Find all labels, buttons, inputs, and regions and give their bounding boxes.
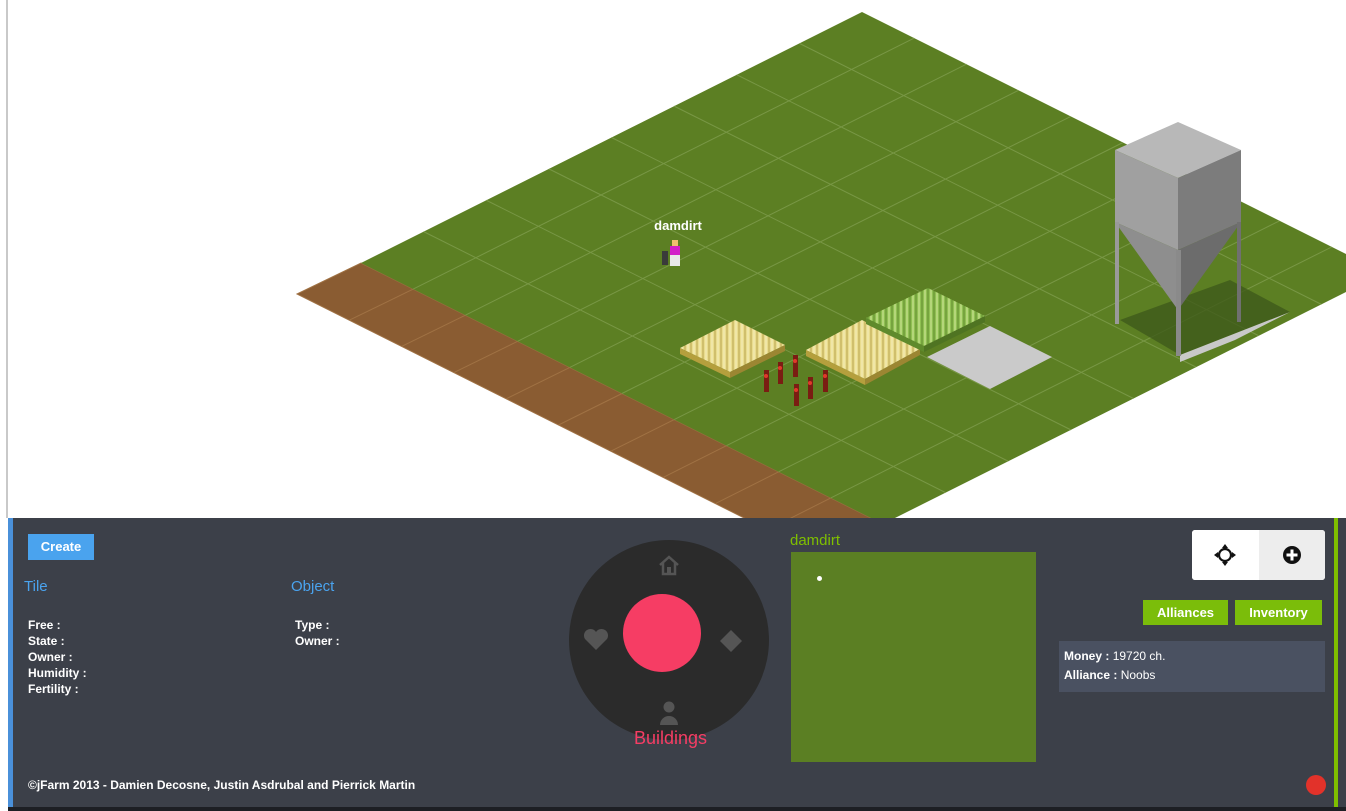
radial-menu-label: Buildings (633, 728, 708, 748)
tile-fertility-label: Fertility : (28, 682, 79, 696)
game-viewport[interactable]: damdirt (0, 0, 1346, 518)
minimap[interactable] (791, 552, 1036, 762)
tile-info: Free : State : Owner : Humidity : Fertil… (28, 617, 87, 697)
minimap-player-marker (817, 576, 822, 581)
diamond-icon[interactable] (718, 628, 744, 654)
alliance-row: Alliance : Noobs (1064, 668, 1155, 682)
hud-bottom-edge (8, 807, 1346, 811)
view-controls (1192, 530, 1325, 580)
connection-status-indicator (1306, 775, 1326, 795)
radial-menu (569, 540, 769, 740)
center-view-button[interactable] (1192, 530, 1258, 580)
player-name-label: damdirt (654, 218, 702, 233)
alliances-button[interactable]: Alliances (1143, 600, 1228, 625)
footer-credits: ©jFarm 2013 - Damien Decosne, Justin Asd… (28, 778, 416, 792)
player-stats: Money : 19720 ch. Alliance : Noobs (1059, 641, 1325, 692)
heart-icon[interactable] (583, 628, 609, 652)
farm-map[interactable]: damdirt (0, 0, 1346, 518)
plus-circle-icon (1283, 546, 1301, 564)
tile-title: Tile (24, 578, 48, 595)
inventory-button[interactable]: Inventory (1235, 600, 1322, 625)
user-icon[interactable] (659, 700, 679, 726)
tile-humidity-label: Humidity : (28, 666, 87, 680)
tile-state-label: State : (28, 634, 65, 648)
hud-panel: Create Tile Free : State : Owner : Humid… (8, 518, 1346, 811)
tile-free-label: Free : (28, 618, 61, 632)
crosshair-icon (1214, 544, 1236, 566)
create-button[interactable]: Create (28, 534, 94, 560)
buildings-menu-button[interactable] (623, 594, 701, 672)
object-title: Object (291, 578, 335, 595)
hud-left-accent (8, 518, 13, 811)
minimap-title: damdirt (790, 532, 841, 549)
money-value: 19720 ch. (1112, 649, 1166, 663)
hud-right-accent (1334, 518, 1338, 811)
tile-owner-label: Owner : (28, 650, 73, 664)
alliance-value: Noobs (1120, 668, 1156, 682)
home-icon[interactable] (658, 554, 680, 576)
money-label: Money : (1064, 649, 1110, 663)
object-type-label: Type : (295, 618, 330, 632)
money-row: Money : 19720 ch. (1064, 649, 1165, 663)
add-button[interactable] (1259, 530, 1325, 580)
object-owner-label: Owner : (295, 634, 340, 648)
object-info: Type : Owner : (295, 617, 340, 649)
alliance-label: Alliance : (1064, 668, 1118, 682)
